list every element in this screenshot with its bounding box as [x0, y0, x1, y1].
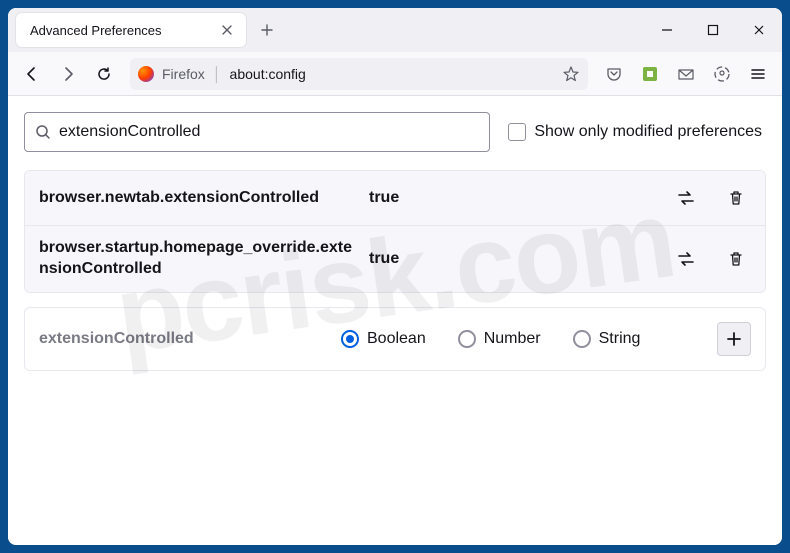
row-actions	[671, 244, 751, 274]
preferences-table: browser.newtab.extensionControlled true …	[24, 170, 766, 293]
tab-strip: Advanced Preferences	[8, 13, 644, 47]
browser-window: Advanced Preferences Firefox │ about:con…	[8, 8, 782, 545]
toggle-icon[interactable]	[671, 183, 701, 213]
pref-value: true	[369, 250, 659, 268]
radio-icon	[573, 330, 591, 348]
firefox-icon	[138, 66, 154, 82]
search-input[interactable]	[59, 123, 479, 141]
separator: │	[213, 66, 222, 82]
pref-name: browser.startup.homepage_override.extens…	[39, 238, 357, 280]
radio-label: String	[599, 330, 641, 348]
mail-icon[interactable]	[670, 58, 702, 90]
nav-toolbar: Firefox │ about:config	[8, 52, 782, 96]
add-preference-row: extensionControlled Boolean Number Strin…	[24, 307, 766, 371]
radio-number[interactable]: Number	[458, 330, 541, 348]
pocket-icon[interactable]	[598, 58, 630, 90]
type-radio-group: Boolean Number String	[341, 330, 705, 348]
forward-button[interactable]	[52, 58, 84, 90]
toggle-icon[interactable]	[671, 244, 701, 274]
extension-icon[interactable]	[634, 58, 666, 90]
show-modified-label: Show only modified preferences	[534, 123, 762, 141]
bookmark-star-icon[interactable]	[562, 65, 580, 83]
titlebar: Advanced Preferences	[8, 8, 782, 52]
row-actions	[671, 183, 751, 213]
show-modified-checkbox[interactable]: Show only modified preferences	[508, 123, 766, 141]
radio-boolean[interactable]: Boolean	[341, 330, 426, 348]
window-controls	[644, 8, 782, 52]
about-config-content: Show only modified preferences browser.n…	[8, 96, 782, 545]
radio-icon	[458, 330, 476, 348]
minimize-button[interactable]	[644, 8, 690, 52]
tab-title: Advanced Preferences	[30, 23, 218, 38]
tab-advanced-preferences[interactable]: Advanced Preferences	[16, 13, 246, 47]
url-bar[interactable]: Firefox │ about:config	[130, 58, 588, 90]
radio-label: Number	[484, 330, 541, 348]
radio-icon	[341, 330, 359, 348]
new-tab-button[interactable]	[252, 15, 282, 45]
radio-string[interactable]: String	[573, 330, 641, 348]
radio-label: Boolean	[367, 330, 426, 348]
reload-button[interactable]	[88, 58, 120, 90]
identity-label: Firefox	[162, 66, 205, 82]
back-button[interactable]	[16, 58, 48, 90]
search-box[interactable]	[24, 112, 490, 152]
pref-row[interactable]: browser.startup.homepage_override.extens…	[25, 226, 765, 292]
add-button[interactable]	[717, 322, 751, 356]
close-window-button[interactable]	[736, 8, 782, 52]
menu-button[interactable]	[742, 58, 774, 90]
checkbox-icon	[508, 123, 526, 141]
pref-row[interactable]: browser.newtab.extensionControlled true	[25, 171, 765, 226]
delete-icon[interactable]	[721, 183, 751, 213]
url-text: about:config	[230, 66, 554, 82]
pref-name: browser.newtab.extensionControlled	[39, 188, 357, 209]
pref-value: true	[369, 189, 659, 207]
add-pref-name: extensionControlled	[39, 330, 329, 348]
delete-icon[interactable]	[721, 244, 751, 274]
maximize-button[interactable]	[690, 8, 736, 52]
account-icon[interactable]	[706, 58, 738, 90]
search-row: Show only modified preferences	[24, 112, 766, 152]
close-icon[interactable]	[218, 21, 236, 39]
search-icon	[35, 124, 51, 140]
